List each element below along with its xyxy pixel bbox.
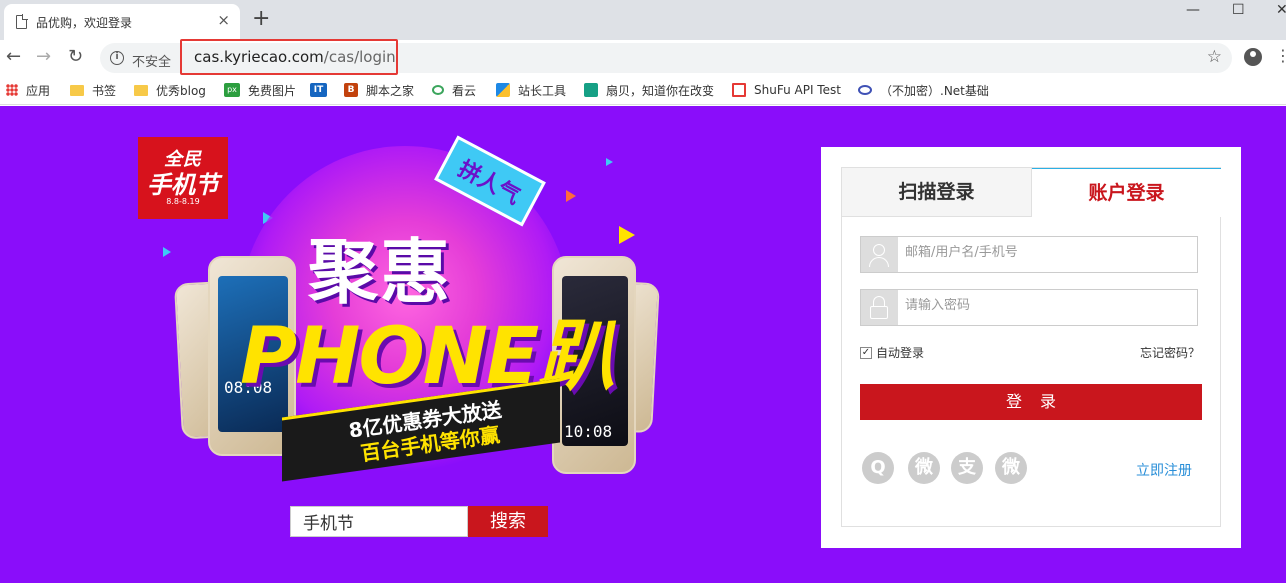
url-host: cas.kyriecao.com <box>194 48 324 66</box>
security-label[interactable]: 不安全 <box>132 51 171 70</box>
tab-account-login[interactable]: 账户登录 <box>1032 168 1221 217</box>
tab-strip: 品优购，欢迎登录 × + — ☐ ✕ <box>0 0 1286 40</box>
tab-close-icon[interactable]: × <box>217 11 230 29</box>
cnblogs-icon <box>858 85 872 95</box>
bookmark-kancloud[interactable]: 看云 <box>432 81 476 99</box>
browser-menu-icon[interactable]: ⋮ <box>1275 48 1286 64</box>
bookmark-label: ShuFu API Test <box>754 83 841 97</box>
bookmarks-bar: 应用 书签 优秀blog px 免费图片 IT B 脚本之家 看云 站长工具 扇… <box>0 76 1286 105</box>
bookmark-label: （不加密）.Net基础 <box>880 83 989 98</box>
shufu-icon <box>732 83 746 97</box>
tools-icon <box>496 83 510 97</box>
login-page: 全民 手机节 8.8-8.19 08:08 10:08 拼人气 聚惠 PHONE… <box>0 106 1286 583</box>
tab-title: 品优购，欢迎登录 <box>36 16 133 30</box>
search-bar: 搜索 <box>290 506 548 537</box>
bookmark-shufu[interactable]: ShuFu API Test <box>732 81 841 99</box>
login-button[interactable]: 登录 <box>860 384 1202 420</box>
jb-icon: B <box>344 83 358 97</box>
username-field[interactable] <box>860 236 1198 273</box>
url-path: /cas/login <box>323 48 396 66</box>
reload-button[interactable]: ↻ <box>68 46 83 68</box>
bookmark-folder-bookmarks[interactable]: 书签 <box>70 81 116 99</box>
back-button[interactable]: ← <box>6 46 21 68</box>
apps-icon <box>6 84 18 96</box>
triangle-decoration <box>163 247 171 257</box>
browser-toolbar: ← → ↻ i 不安全 cas.kyriecao.com/cas/login ☆… <box>0 39 1286 76</box>
bookmark-label: 站长工具 <box>518 83 567 98</box>
folder-icon <box>70 84 84 96</box>
px-icon: px <box>224 83 240 97</box>
bookmark-free-images[interactable]: px 免费图片 <box>224 81 296 99</box>
address-bar[interactable]: i 不安全 cas.kyriecao.com/cas/login ☆ <box>100 39 1232 75</box>
url-highlight-box: cas.kyriecao.com/cas/login <box>180 39 398 75</box>
close-window-button[interactable]: ✕ <box>1276 2 1286 18</box>
bookmark-apps[interactable]: 应用 <box>6 81 50 99</box>
new-tab-button[interactable]: + <box>252 8 270 30</box>
forward-button[interactable]: → <box>36 46 51 68</box>
phone-time: 10:08 <box>564 422 613 441</box>
browser-tab[interactable]: 品优购，欢迎登录 × <box>4 4 240 40</box>
triangle-decoration <box>606 158 613 166</box>
alipay-icon[interactable]: 支 <box>951 452 983 484</box>
bookmark-label: 免费图片 <box>248 83 297 98</box>
wechat-icon[interactable]: 微 <box>995 452 1027 484</box>
logo-date: 8.8-8.19 <box>166 197 200 206</box>
bookmark-it[interactable]: IT <box>310 81 335 99</box>
folder-icon <box>134 84 148 96</box>
bookmark-jb51[interactable]: B 脚本之家 <box>344 81 414 99</box>
user-icon <box>861 237 898 272</box>
bookmark-label: 应用 <box>26 83 51 98</box>
info-icon[interactable]: i <box>110 51 124 65</box>
bookmark-net-basics[interactable]: （不加密）.Net基础 <box>858 81 989 99</box>
bookmark-label: 脚本之家 <box>366 83 415 98</box>
shanbay-icon <box>584 83 598 97</box>
search-button[interactable]: 搜索 <box>468 506 548 537</box>
bookmark-folder-blog[interactable]: 优秀blog <box>134 81 206 99</box>
profile-avatar-icon[interactable] <box>1244 48 1262 66</box>
tab-scan-login[interactable]: 扫描登录 <box>842 168 1032 217</box>
bookmark-label: 书签 <box>92 83 117 98</box>
password-input[interactable] <box>905 298 1185 313</box>
bookmark-label: 看云 <box>452 83 477 98</box>
logo-line2: 手机节 <box>147 171 219 199</box>
username-input[interactable] <box>905 245 1185 260</box>
page-icon <box>16 14 28 29</box>
cloud-icon <box>432 85 444 95</box>
login-box: 扫描登录 账户登录 ✓ 自动登录 忘记密码？ 登录 Q 微 <box>841 167 1221 527</box>
remember-me[interactable]: ✓ 自动登录 <box>860 344 924 361</box>
it-icon: IT <box>310 83 327 97</box>
weibo-icon[interactable]: 微 <box>908 452 940 484</box>
maximize-button[interactable]: ☐ <box>1232 2 1245 18</box>
remember-label: 自动登录 <box>876 346 925 360</box>
login-panel: 扫描登录 账户登录 ✓ 自动登录 忘记密码？ 登录 Q 微 <box>821 147 1241 548</box>
password-field[interactable] <box>860 289 1198 326</box>
search-input[interactable] <box>290 506 468 537</box>
festival-logo: 全民 手机节 8.8-8.19 <box>138 137 228 219</box>
bookmark-label: 优秀blog <box>156 83 206 98</box>
minimize-button[interactable]: — <box>1186 2 1200 18</box>
qq-icon[interactable]: Q <box>862 452 894 484</box>
triangle-decoration <box>566 190 576 202</box>
bookmark-star-icon[interactable]: ☆ <box>1207 47 1222 67</box>
remember-checkbox[interactable]: ✓ <box>860 346 872 359</box>
bookmark-shanbay[interactable]: 扇贝，知道你在改变 <box>584 81 714 99</box>
register-link[interactable]: 立即注册 <box>1136 460 1192 480</box>
forgot-password-link[interactable]: 忘记密码？ <box>1140 344 1200 361</box>
bookmark-label: 扇贝，知道你在改变 <box>606 83 715 98</box>
url-text[interactable]: cas.kyriecao.com/cas/login <box>194 48 396 66</box>
lock-icon <box>861 290 898 325</box>
triangle-decoration <box>619 226 635 244</box>
bookmark-chinaz[interactable]: 站长工具 <box>496 81 566 99</box>
